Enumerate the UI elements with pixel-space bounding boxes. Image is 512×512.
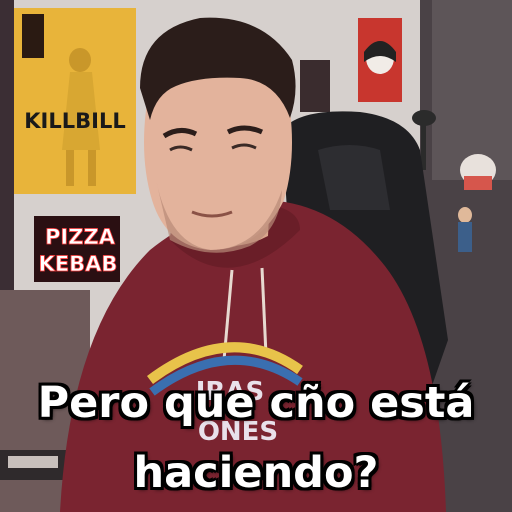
neon-sign: PIZZA KEBAB [34,216,120,282]
subtitle-line-1: Pero que cño está [37,378,475,428]
neon-line-2: KEBAB [39,252,118,276]
subtitle-line-2: haciendo? [133,448,379,498]
scene-illustration: KILLBILL PIZZA KEBAB IRAS ONES [0,0,512,512]
poster-title: KILLBILL [24,109,125,133]
left-edge [0,0,14,300]
small-poster [358,18,402,102]
neon-line-1: PIZZA [45,225,116,249]
video-frame: KILLBILL PIZZA KEBAB IRAS ONES Pero que … [0,0,512,512]
dark-frame [300,60,330,112]
kill-bill-poster: KILLBILL [14,8,136,194]
shelf-top [432,0,512,180]
